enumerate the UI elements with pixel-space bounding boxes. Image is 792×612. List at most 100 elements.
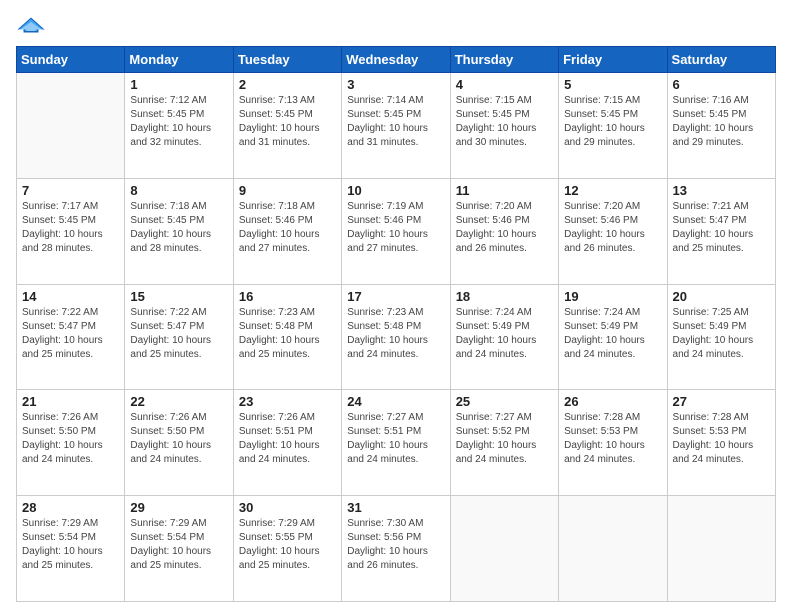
- logo: [16, 16, 46, 36]
- day-number: 4: [456, 77, 553, 92]
- day-number: 12: [564, 183, 661, 198]
- day-header-monday: Monday: [125, 47, 233, 73]
- calendar-cell: 13 Sunrise: 7:21 AM Sunset: 5:47 PM Dayli…: [667, 178, 775, 284]
- calendar-cell: 10 Sunrise: 7:19 AM Sunset: 5:46 PM Dayli…: [342, 178, 450, 284]
- cell-info: Sunrise: 7:13 AM Sunset: 5:45 PM Dayligh…: [239, 94, 336, 150]
- cell-info: Sunrise: 7:26 AM Sunset: 5:50 PM Dayligh…: [130, 411, 227, 467]
- week-row-3: 14 Sunrise: 7:22 AM Sunset: 5:47 PM Dayli…: [17, 284, 776, 390]
- week-row-4: 21 Sunrise: 7:26 AM Sunset: 5:50 PM Dayli…: [17, 390, 776, 496]
- cell-info: Sunrise: 7:17 AM Sunset: 5:45 PM Dayligh…: [22, 200, 119, 256]
- calendar-table: SundayMondayTuesdayWednesdayThursdayFrid…: [16, 46, 776, 602]
- calendar-cell: 19Sunrise: 7:24 AM Sunset: 5:49 PM Dayli…: [559, 284, 667, 390]
- cell-info: Sunrise: 7:22 AM Sunset: 5:47 PM Dayligh…: [22, 306, 119, 362]
- week-row-5: 28Sunrise: 7:29 AM Sunset: 5:54 PM Dayli…: [17, 496, 776, 602]
- calendar-cell: 12 Sunrise: 7:20 AM Sunset: 5:46 PM Dayli…: [559, 178, 667, 284]
- calendar-cell: 9 Sunrise: 7:18 AM Sunset: 5:46 PM Daylig…: [233, 178, 341, 284]
- calendar-cell: 14 Sunrise: 7:22 AM Sunset: 5:47 PM Dayli…: [17, 284, 125, 390]
- calendar-cell: 1 Sunrise: 7:12 AM Sunset: 5:45 PM Daylig…: [125, 73, 233, 179]
- header: [16, 16, 776, 36]
- cell-info: Sunrise: 7:29 AM Sunset: 5:54 PM Dayligh…: [22, 517, 119, 573]
- day-number: 26: [564, 394, 661, 409]
- day-number: 22: [130, 394, 227, 409]
- day-number: 1: [130, 77, 227, 92]
- cell-info: Sunrise: 7:18 AM Sunset: 5:46 PM Dayligh…: [239, 200, 336, 256]
- calendar-cell: 30 Sunrise: 7:29 AM Sunset: 5:55 PM Dayli…: [233, 496, 341, 602]
- calendar-cell: [17, 73, 125, 179]
- calendar-cell: 8Sunrise: 7:18 AM Sunset: 5:45 PM Daylig…: [125, 178, 233, 284]
- cell-info: Sunrise: 7:23 AM Sunset: 5:48 PM Dayligh…: [347, 306, 444, 362]
- day-header-wednesday: Wednesday: [342, 47, 450, 73]
- calendar-cell: [559, 496, 667, 602]
- day-number: 13: [673, 183, 770, 198]
- day-number: 30: [239, 500, 336, 515]
- day-number: 5: [564, 77, 661, 92]
- day-header-friday: Friday: [559, 47, 667, 73]
- day-number: 23: [239, 394, 336, 409]
- cell-info: Sunrise: 7:26 AM Sunset: 5:51 PM Dayligh…: [239, 411, 336, 467]
- day-number: 24: [347, 394, 444, 409]
- day-number: 15: [130, 289, 227, 304]
- cell-info: Sunrise: 7:22 AM Sunset: 5:47 PM Dayligh…: [130, 306, 227, 362]
- calendar-cell: 29Sunrise: 7:29 AM Sunset: 5:54 PM Dayli…: [125, 496, 233, 602]
- cell-info: Sunrise: 7:18 AM Sunset: 5:45 PM Dayligh…: [130, 200, 227, 256]
- day-number: 11: [456, 183, 553, 198]
- calendar-cell: 22 Sunrise: 7:26 AM Sunset: 5:50 PM Dayli…: [125, 390, 233, 496]
- day-number: 14: [22, 289, 119, 304]
- cell-info: Sunrise: 7:19 AM Sunset: 5:46 PM Dayligh…: [347, 200, 444, 256]
- day-number: 9: [239, 183, 336, 198]
- calendar-cell: 16 Sunrise: 7:23 AM Sunset: 5:48 PM Dayli…: [233, 284, 341, 390]
- day-number: 6: [673, 77, 770, 92]
- cell-info: Sunrise: 7:15 AM Sunset: 5:45 PM Dayligh…: [564, 94, 661, 150]
- day-header-saturday: Saturday: [667, 47, 775, 73]
- day-number: 18: [456, 289, 553, 304]
- logo-icon: [16, 16, 46, 34]
- calendar-cell: 5 Sunrise: 7:15 AM Sunset: 5:45 PM Daylig…: [559, 73, 667, 179]
- cell-info: Sunrise: 7:27 AM Sunset: 5:52 PM Dayligh…: [456, 411, 553, 467]
- calendar-cell: 27 Sunrise: 7:28 AM Sunset: 5:53 PM Dayli…: [667, 390, 775, 496]
- cell-info: Sunrise: 7:23 AM Sunset: 5:48 PM Dayligh…: [239, 306, 336, 362]
- day-header-tuesday: Tuesday: [233, 47, 341, 73]
- cell-info: Sunrise: 7:30 AM Sunset: 5:56 PM Dayligh…: [347, 517, 444, 573]
- calendar-cell: 11Sunrise: 7:20 AM Sunset: 5:46 PM Dayli…: [450, 178, 558, 284]
- day-number: 27: [673, 394, 770, 409]
- cell-info: Sunrise: 7:27 AM Sunset: 5:51 PM Dayligh…: [347, 411, 444, 467]
- cell-info: Sunrise: 7:29 AM Sunset: 5:54 PM Dayligh…: [130, 517, 227, 573]
- calendar-cell: 6Sunrise: 7:16 AM Sunset: 5:45 PM Daylig…: [667, 73, 775, 179]
- day-number: 16: [239, 289, 336, 304]
- calendar-cell: 3 Sunrise: 7:14 AM Sunset: 5:45 PM Daylig…: [342, 73, 450, 179]
- cell-info: Sunrise: 7:12 AM Sunset: 5:45 PM Dayligh…: [130, 94, 227, 150]
- calendar-cell: 31Sunrise: 7:30 AM Sunset: 5:56 PM Dayli…: [342, 496, 450, 602]
- day-number: 25: [456, 394, 553, 409]
- calendar-cell: [450, 496, 558, 602]
- calendar-cell: [667, 496, 775, 602]
- day-header-sunday: Sunday: [17, 47, 125, 73]
- calendar-cell: 2 Sunrise: 7:13 AM Sunset: 5:45 PM Daylig…: [233, 73, 341, 179]
- cell-info: Sunrise: 7:21 AM Sunset: 5:47 PM Dayligh…: [673, 200, 770, 256]
- calendar-cell: 17 Sunrise: 7:23 AM Sunset: 5:48 PM Dayli…: [342, 284, 450, 390]
- calendar-cell: 26 Sunrise: 7:28 AM Sunset: 5:53 PM Dayli…: [559, 390, 667, 496]
- header-row: SundayMondayTuesdayWednesdayThursdayFrid…: [17, 47, 776, 73]
- calendar-cell: 18Sunrise: 7:24 AM Sunset: 5:49 PM Dayli…: [450, 284, 558, 390]
- day-number: 10: [347, 183, 444, 198]
- day-number: 7: [22, 183, 119, 198]
- cell-info: Sunrise: 7:15 AM Sunset: 5:45 PM Dayligh…: [456, 94, 553, 150]
- cell-info: Sunrise: 7:29 AM Sunset: 5:55 PM Dayligh…: [239, 517, 336, 573]
- calendar-cell: 28Sunrise: 7:29 AM Sunset: 5:54 PM Dayli…: [17, 496, 125, 602]
- day-number: 17: [347, 289, 444, 304]
- cell-info: Sunrise: 7:20 AM Sunset: 5:46 PM Dayligh…: [564, 200, 661, 256]
- calendar-cell: 20Sunrise: 7:25 AM Sunset: 5:49 PM Dayli…: [667, 284, 775, 390]
- calendar-cell: 21 Sunrise: 7:26 AM Sunset: 5:50 PM Dayli…: [17, 390, 125, 496]
- cell-info: Sunrise: 7:28 AM Sunset: 5:53 PM Dayligh…: [564, 411, 661, 467]
- cell-info: Sunrise: 7:14 AM Sunset: 5:45 PM Dayligh…: [347, 94, 444, 150]
- week-row-2: 7 Sunrise: 7:17 AM Sunset: 5:45 PM Daylig…: [17, 178, 776, 284]
- calendar-cell: 7 Sunrise: 7:17 AM Sunset: 5:45 PM Daylig…: [17, 178, 125, 284]
- calendar-container: SundayMondayTuesdayWednesdayThursdayFrid…: [0, 0, 792, 612]
- cell-info: Sunrise: 7:26 AM Sunset: 5:50 PM Dayligh…: [22, 411, 119, 467]
- day-number: 3: [347, 77, 444, 92]
- day-number: 21: [22, 394, 119, 409]
- cell-info: Sunrise: 7:28 AM Sunset: 5:53 PM Dayligh…: [673, 411, 770, 467]
- cell-info: Sunrise: 7:25 AM Sunset: 5:49 PM Dayligh…: [673, 306, 770, 362]
- day-number: 2: [239, 77, 336, 92]
- day-number: 19: [564, 289, 661, 304]
- week-row-1: 1 Sunrise: 7:12 AM Sunset: 5:45 PM Daylig…: [17, 73, 776, 179]
